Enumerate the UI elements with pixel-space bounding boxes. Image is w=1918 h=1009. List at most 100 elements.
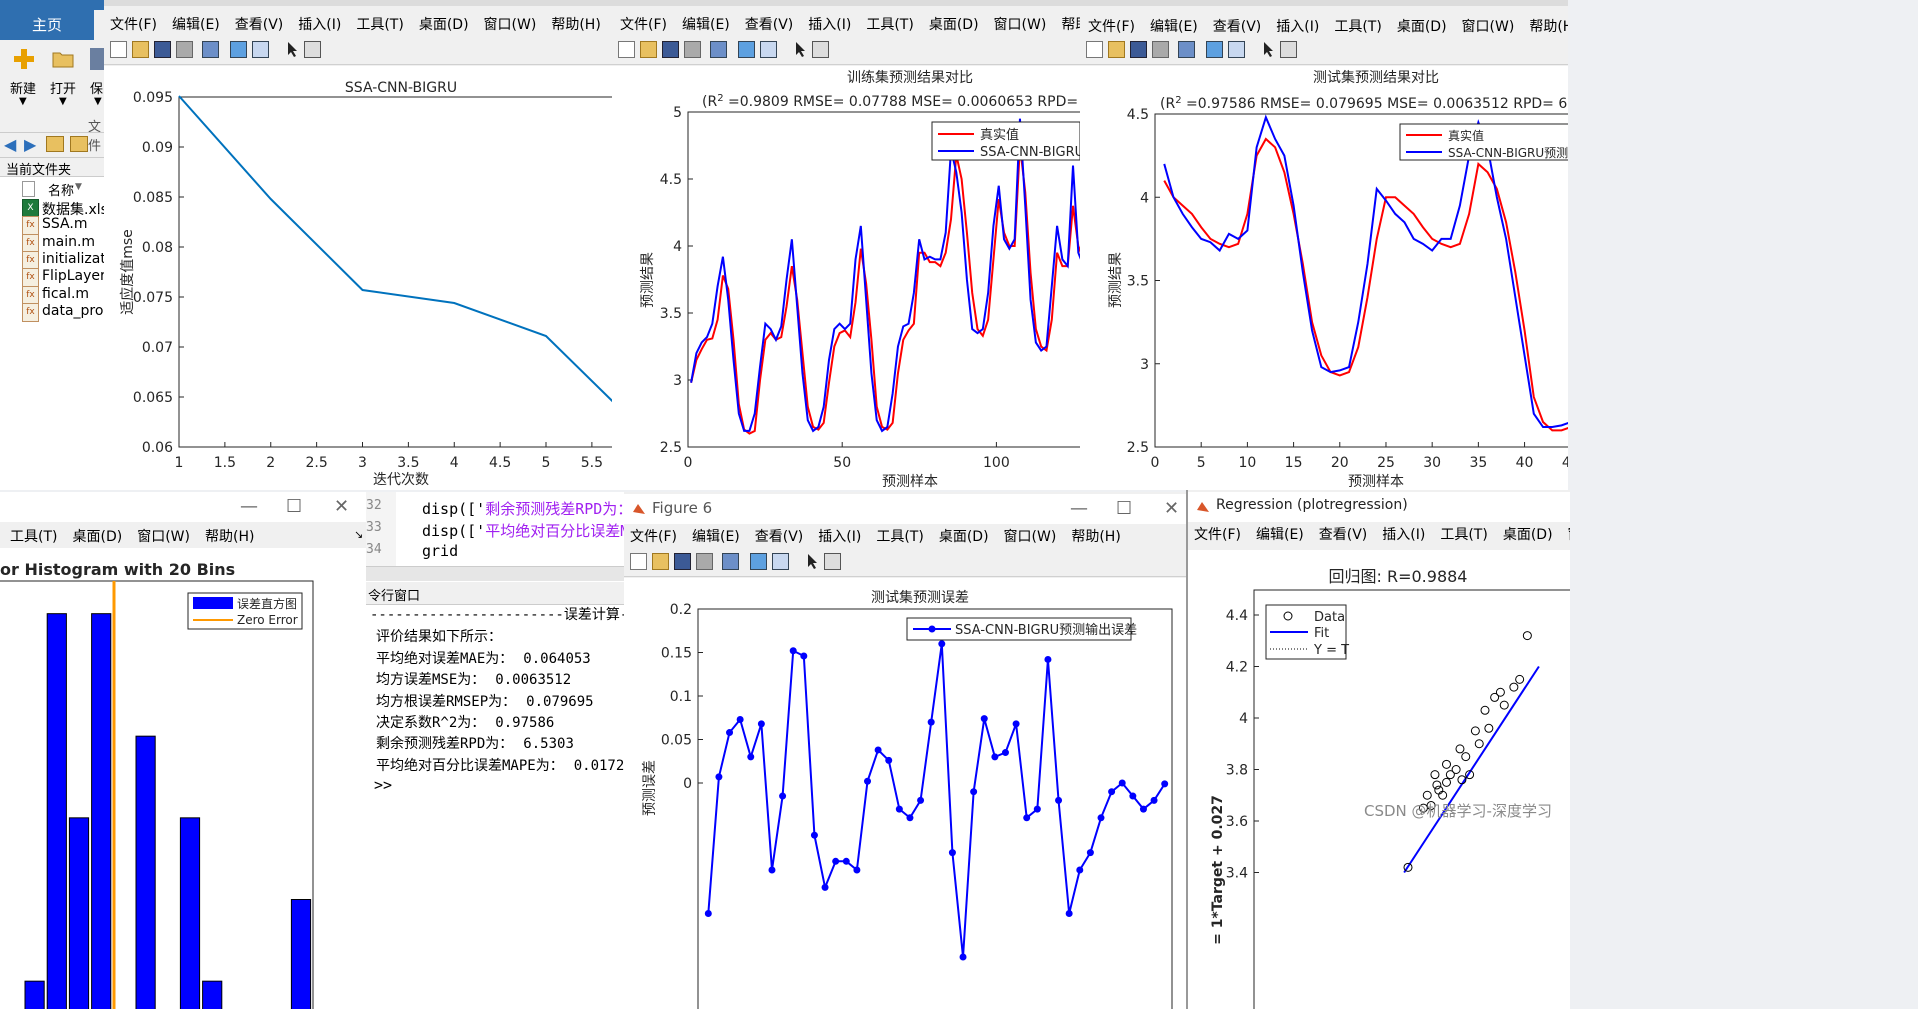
link-plot-icon[interactable] — [202, 41, 219, 58]
menu-item[interactable]: 查看(V) — [755, 526, 804, 546]
file-list-item[interactable]: fical.m — [42, 286, 89, 302]
link-plot-icon[interactable] — [722, 553, 739, 570]
menu-item[interactable]: 桌面(D) — [72, 526, 122, 546]
menu-item[interactable]: 窗口(W) — [484, 14, 537, 34]
new-file-icon[interactable] — [110, 41, 127, 58]
menu-item[interactable]: 工具(T) — [1334, 16, 1381, 36]
forward-arrow-icon[interactable]: ▶ — [24, 135, 36, 154]
menu-item[interactable]: 工具(T) — [876, 526, 923, 546]
print-icon[interactable] — [696, 553, 713, 570]
print-icon[interactable] — [176, 41, 193, 58]
menu-item[interactable]: 编辑(E) — [682, 14, 730, 34]
file-list-item[interactable]: data_proce — [42, 303, 108, 319]
file-list-item[interactable]: initializatio — [42, 251, 108, 267]
property-editor-icon[interactable] — [812, 41, 829, 58]
pointer-icon[interactable] — [804, 553, 821, 570]
menu-item[interactable]: 窗口(W) — [137, 526, 190, 546]
menu-item[interactable]: 工具(T) — [866, 14, 913, 34]
browse-folder-icon[interactable] — [70, 136, 88, 152]
minimize-icon[interactable]: — — [240, 496, 258, 517]
print-icon[interactable] — [1152, 41, 1169, 58]
menu-item[interactable]: 帮助(H) — [1061, 14, 1082, 34]
close-icon[interactable]: ✕ — [334, 496, 349, 517]
print-icon[interactable] — [684, 41, 701, 58]
save-button-label[interactable]: 保 — [90, 78, 103, 97]
file-list-item[interactable]: FlipLayer.m — [42, 268, 108, 284]
menu-item[interactable]: 窗口(W) — [994, 14, 1047, 34]
maximize-icon[interactable]: ☐ — [1116, 498, 1132, 519]
menu-item[interactable]: 插入(I) — [1382, 524, 1425, 544]
back-arrow-icon[interactable]: ◀ — [4, 135, 16, 154]
menu-item[interactable]: 桌面(D) — [1397, 16, 1447, 36]
sort-icon[interactable]: ▼ — [75, 182, 82, 192]
open-file-icon[interactable] — [132, 41, 149, 58]
menu-item[interactable]: 窗口(W) — [1462, 16, 1515, 36]
menu-item[interactable]: 帮助(H) — [551, 14, 600, 34]
menu-item[interactable]: 编辑(E) — [1150, 16, 1198, 36]
menu-item[interactable]: 工具(T) — [10, 526, 57, 546]
menu-item[interactable]: 插入(I) — [818, 526, 861, 546]
menu-item[interactable]: 工具(T) — [356, 14, 403, 34]
menu-item[interactable]: 帮助(H) — [205, 526, 254, 546]
menu-item[interactable]: 文件(F) — [1194, 524, 1241, 544]
save-icon[interactable] — [674, 553, 691, 570]
new-file-icon[interactable] — [1086, 41, 1103, 58]
new-file-icon[interactable] — [618, 41, 635, 58]
menu-item[interactable]: 窗口(W) — [1004, 526, 1057, 546]
editor-scrollbar[interactable] — [366, 566, 626, 581]
menu-item[interactable]: 查看(V) — [1319, 524, 1368, 544]
code-line[interactable]: disp(['剩余预测残差RPD为： — [422, 498, 626, 519]
save-icon[interactable] — [662, 41, 679, 58]
pointer-icon[interactable] — [284, 41, 301, 58]
menu-item[interactable]: 查看(V) — [235, 14, 284, 34]
open-file-icon[interactable] — [640, 41, 657, 58]
property-editor-icon[interactable] — [1280, 41, 1297, 58]
menu-item[interactable]: 桌面(D) — [939, 526, 989, 546]
new-button-label[interactable]: 新建 — [10, 78, 36, 97]
maximize-icon[interactable]: ☐ — [286, 496, 302, 517]
open-file-icon[interactable] — [1108, 41, 1125, 58]
property-editor-icon[interactable] — [304, 41, 321, 58]
menu-item[interactable]: 查看(V) — [745, 14, 794, 34]
chevron-down-icon[interactable]: ▼ — [59, 96, 67, 107]
legend-icon[interactable] — [252, 41, 269, 58]
legend-icon[interactable] — [772, 553, 789, 570]
menu-item[interactable]: 帮助(H) — [1529, 16, 1568, 36]
save-icon[interactable] — [1130, 41, 1147, 58]
command-output[interactable]: -----------------------误差计算--- 评价结果如下所示：… — [366, 604, 626, 1009]
menu-item[interactable]: 文件(F) — [1088, 16, 1135, 36]
menu-item[interactable]: 插入(I) — [808, 14, 851, 34]
close-icon[interactable]: ✕ — [1164, 498, 1179, 519]
menu-item[interactable]: 插入(I) — [1276, 16, 1319, 36]
open-folder-icon[interactable] — [52, 50, 74, 68]
menu-item[interactable]: 文件(F) — [630, 526, 677, 546]
menu-item[interactable]: 桌面(D) — [929, 14, 979, 34]
chevron-down-icon[interactable]: ▼ — [94, 96, 102, 107]
open-button-label[interactable]: 打开 — [50, 78, 76, 97]
file-list-item[interactable]: SSA.m — [42, 216, 87, 232]
menu-item[interactable]: 编辑(E) — [172, 14, 220, 34]
colorbar-icon[interactable] — [750, 553, 767, 570]
save-icon[interactable] — [90, 48, 104, 70]
new-icon[interactable] — [13, 48, 35, 70]
command-prompt[interactable]: >> — [374, 776, 392, 794]
menu-item[interactable]: 工具(T) — [1440, 524, 1487, 544]
file-list-item[interactable]: main.m — [42, 234, 95, 250]
legend-icon[interactable] — [760, 41, 777, 58]
save-icon[interactable] — [154, 41, 171, 58]
menu-item[interactable]: 文件(F) — [620, 14, 667, 34]
menu-item[interactable]: 编辑(E) — [1256, 524, 1304, 544]
menu-item[interactable]: 桌面(D) — [1503, 524, 1553, 544]
name-column-header[interactable]: 名称 — [48, 180, 74, 199]
dock-arrow-icon[interactable]: ↘ — [354, 528, 363, 541]
code-line[interactable]: disp(['平均绝对百分比误差MAPE — [422, 520, 626, 541]
code-line[interactable]: grid — [422, 542, 458, 560]
menu-item[interactable]: 查看(V) — [1213, 16, 1262, 36]
menu-item[interactable]: 文件(F) — [110, 14, 157, 34]
menu-item[interactable]: 窗口(W) — [1568, 524, 1570, 544]
menu-item[interactable]: 编辑(E) — [692, 526, 740, 546]
colorbar-icon[interactable] — [230, 41, 247, 58]
open-file-icon[interactable] — [652, 553, 669, 570]
home-tab[interactable]: 主页 — [0, 10, 94, 40]
colorbar-icon[interactable] — [1206, 41, 1223, 58]
